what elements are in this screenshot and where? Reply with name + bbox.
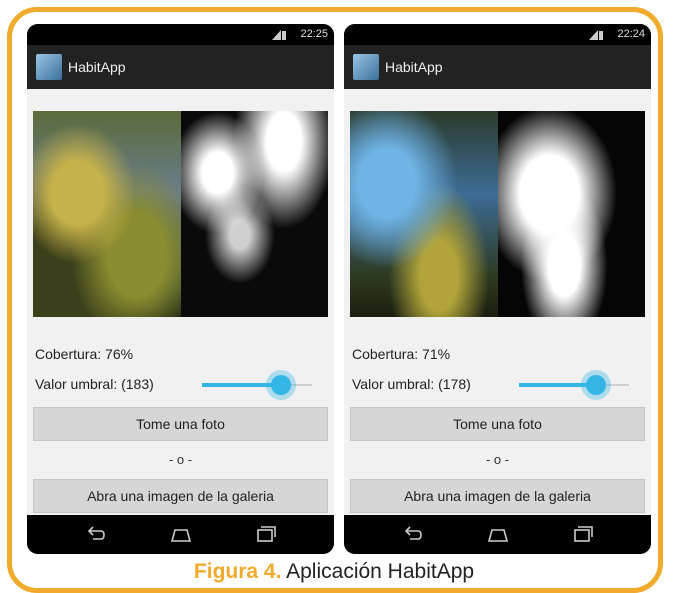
status-bar: 22:24 xyxy=(344,24,651,45)
back-icon[interactable] xyxy=(85,525,107,543)
slider-fill xyxy=(519,383,596,387)
or-separator: - o - xyxy=(485,452,510,467)
image-pair xyxy=(350,111,645,317)
umbral-label: Valor umbral: xyxy=(35,376,118,392)
app-title: HabitApp xyxy=(68,59,126,75)
app-content: Cobertura: 71% Valor umbral: (178) Tome … xyxy=(344,89,651,515)
slider-thumb[interactable] xyxy=(586,375,606,395)
cobertura-row: Cobertura: 76% xyxy=(35,346,133,362)
signal-icon xyxy=(589,30,603,40)
cobertura-value: 76% xyxy=(105,346,134,362)
recents-icon[interactable] xyxy=(255,525,277,543)
umbral-value: (183) xyxy=(121,376,154,392)
figure-caption: Figura 4. Aplicación HabitApp xyxy=(118,557,550,587)
phone-screen-2: 22:24 HabitApp Cobertura: 71% Valor umbr… xyxy=(344,24,651,554)
navigation-bar xyxy=(27,515,334,554)
app-logo-icon xyxy=(36,54,62,80)
cobertura-label: Cobertura: xyxy=(35,346,102,362)
signal-icon xyxy=(272,30,286,40)
app-title: HabitApp xyxy=(385,59,443,75)
home-icon[interactable] xyxy=(487,525,509,543)
umbral-value: (178) xyxy=(438,376,471,392)
canopy-photo xyxy=(33,111,181,317)
open-gallery-button[interactable]: Abra una imagen de la galeria xyxy=(33,479,328,513)
umbral-row: Valor umbral: (183) xyxy=(35,376,154,392)
status-time: 22:24 xyxy=(617,28,645,40)
umbral-label: Valor umbral: xyxy=(352,376,435,392)
back-icon[interactable] xyxy=(402,525,424,543)
phone-screen-1: 22:25 HabitApp Cobertura: 76% Valor umbr… xyxy=(27,24,334,554)
action-bar: HabitApp xyxy=(344,45,651,89)
app-logo-icon xyxy=(353,54,379,80)
cobertura-row: Cobertura: 71% xyxy=(352,346,450,362)
take-photo-button[interactable]: Tome una foto xyxy=(350,407,645,441)
threshold-slider[interactable] xyxy=(519,375,629,395)
canopy-photo xyxy=(350,111,498,317)
binary-photo xyxy=(497,111,645,317)
or-separator: - o - xyxy=(168,452,193,467)
status-bar: 22:25 xyxy=(27,24,334,45)
slider-thumb[interactable] xyxy=(271,375,292,395)
binary-photo xyxy=(180,111,328,317)
umbral-row: Valor umbral: (178) xyxy=(352,376,471,392)
cobertura-value: 71% xyxy=(422,346,451,362)
status-time: 22:25 xyxy=(300,28,328,40)
take-photo-button[interactable]: Tome una foto xyxy=(33,407,328,441)
open-gallery-button[interactable]: Abra una imagen de la galeria xyxy=(350,479,645,513)
cobertura-label: Cobertura: xyxy=(352,346,419,362)
slider-fill xyxy=(202,383,282,387)
app-content: Cobertura: 76% Valor umbral: (183) Tome … xyxy=(27,89,334,515)
navigation-bar xyxy=(344,515,651,554)
threshold-slider[interactable] xyxy=(202,375,312,395)
image-pair xyxy=(33,111,328,317)
action-bar: HabitApp xyxy=(27,45,334,89)
home-icon[interactable] xyxy=(170,525,192,543)
recents-icon[interactable] xyxy=(572,525,594,543)
